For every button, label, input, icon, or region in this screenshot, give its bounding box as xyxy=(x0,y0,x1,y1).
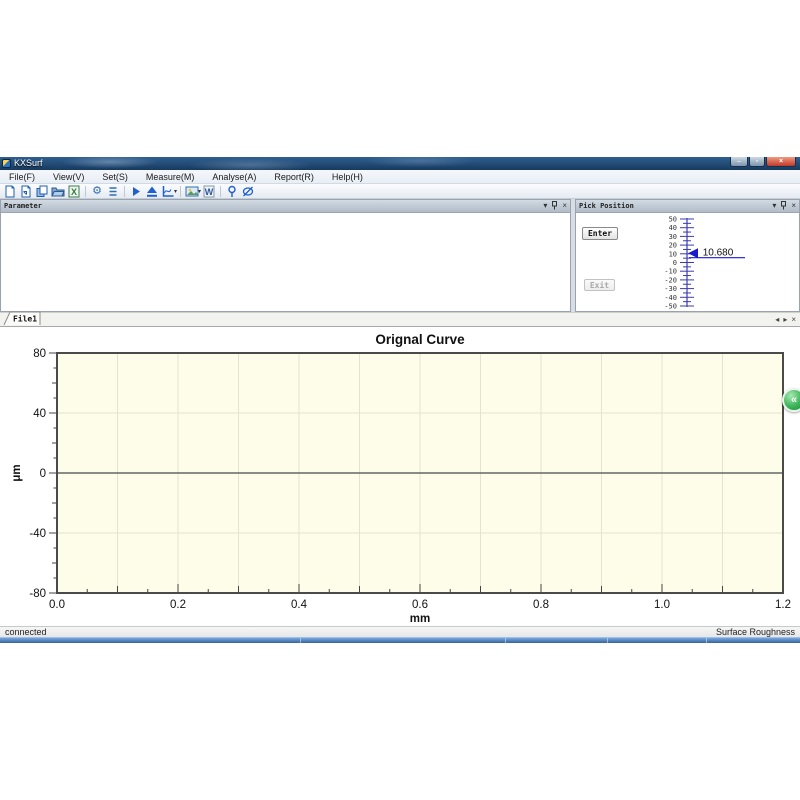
svg-text:0.4: 0.4 xyxy=(291,599,308,611)
svg-text:0.8: 0.8 xyxy=(533,599,549,611)
dock-panels: Parameter ▾ × Pick Position ▾ × Enter xyxy=(0,199,800,312)
tab-scroll-right-icon[interactable]: ▸ xyxy=(783,314,787,326)
svg-text:-30: -30 xyxy=(664,285,677,293)
svg-text:0.0: 0.0 xyxy=(49,599,65,611)
svg-text:-80: -80 xyxy=(29,588,46,600)
svg-text:1.0: 1.0 xyxy=(654,599,670,611)
tab-scroll-left-icon[interactable]: ◂ xyxy=(775,314,779,326)
start-measure-icon[interactable] xyxy=(128,184,144,198)
svg-text:-40: -40 xyxy=(664,294,677,302)
svg-text:1.2: 1.2 xyxy=(775,599,791,611)
panel-close-icon[interactable]: × xyxy=(791,202,796,210)
svg-text:Orignal Curve: Orignal Curve xyxy=(375,332,465,347)
maximize-button[interactable]: ▫ xyxy=(749,157,765,167)
open-folder-icon[interactable] xyxy=(50,184,66,198)
menu-reportr[interactable]: Report(R) xyxy=(265,170,323,184)
open-file-icon[interactable] xyxy=(18,184,34,198)
svg-text:80: 80 xyxy=(33,348,46,360)
svg-text:-10: -10 xyxy=(664,268,677,276)
menu-filef[interactable]: File(F) xyxy=(0,170,44,184)
connection-status: connected xyxy=(5,627,47,638)
menu-viewv[interactable]: View(V) xyxy=(44,170,93,184)
svg-text:0: 0 xyxy=(40,468,46,480)
kxsurf-window: KXSurf – ▫ × File(F)View(V)Set(S)Measure… xyxy=(0,157,800,643)
new-file-icon[interactable] xyxy=(2,184,18,198)
curve-select-icon-dropdown[interactable]: ▾ xyxy=(174,188,177,195)
lift-eject-icon[interactable] xyxy=(144,184,160,198)
svg-text:0: 0 xyxy=(673,259,677,267)
tab-close-icon[interactable]: × xyxy=(791,314,796,326)
status-bar: connected Surface Roughness xyxy=(0,626,800,637)
svg-text:20: 20 xyxy=(669,242,677,250)
svg-text:0.6: 0.6 xyxy=(412,599,428,611)
toolbar-separator xyxy=(180,186,181,197)
settings-gear-icon[interactable]: ⚙ xyxy=(89,184,105,198)
mode-status: Surface Roughness xyxy=(716,627,795,638)
panel-pin-icon[interactable] xyxy=(551,201,558,212)
menu-measurem[interactable]: Measure(M) xyxy=(137,170,204,184)
toolbar-separator xyxy=(85,186,86,197)
position-ruler: 50403020100-10-20-30-40-50 10.680 xyxy=(576,213,800,312)
document-tab-bar: File1 ◂ ▸ × xyxy=(0,312,800,327)
panel-dropdown-icon[interactable]: ▾ xyxy=(543,202,547,210)
clear-icon[interactable] xyxy=(240,184,256,198)
svg-text:X: X xyxy=(71,187,77,197)
menu-helph[interactable]: Help(H) xyxy=(323,170,372,184)
parameter-list-icon[interactable] xyxy=(105,184,121,198)
window-title: KXSurf xyxy=(14,157,43,170)
toolbar-separator xyxy=(124,186,125,197)
svg-text:File1: File1 xyxy=(13,314,37,324)
file-tab[interactable]: File1 xyxy=(0,311,120,326)
parameter-panel-body xyxy=(1,213,570,311)
windows-taskbar[interactable] xyxy=(0,637,800,643)
pick-position-panel-body: Enter Exit 50403020100-10-20-30-40-5010.… xyxy=(576,213,799,311)
svg-text:40: 40 xyxy=(669,224,677,232)
excel-export-icon[interactable]: X xyxy=(66,184,82,198)
toolbar-separator xyxy=(220,186,221,197)
original-curve-chart: Orignal Curve 0.0 0.2 0.4 0.6 0.8 1.0 1.2 80 40 0 -… xyxy=(0,327,800,626)
toolbar: X⚙▾▾W xyxy=(0,184,800,199)
save-copy-icon[interactable] xyxy=(34,184,50,198)
parameter-panel-header[interactable]: Parameter ▾ × xyxy=(1,200,570,213)
svg-text:10: 10 xyxy=(669,250,677,258)
close-button[interactable]: × xyxy=(766,157,796,167)
pick-position-panel-header[interactable]: Pick Position ▾ × xyxy=(576,200,799,213)
menu-analysea[interactable]: Analyse(A) xyxy=(203,170,265,184)
svg-text:W: W xyxy=(205,187,214,197)
pick-position-panel: Pick Position ▾ × Enter Exit 50403020100… xyxy=(575,199,800,312)
svg-text:-20: -20 xyxy=(664,276,677,284)
minimize-button[interactable]: – xyxy=(730,157,748,167)
svg-text:30: 30 xyxy=(669,233,677,241)
panel-expand-handle[interactable]: « xyxy=(782,388,800,412)
svg-text:10.680: 10.680 xyxy=(703,248,734,259)
svg-text:-40: -40 xyxy=(29,528,46,540)
window-controls: – ▫ × xyxy=(730,157,796,167)
title-bar[interactable]: KXSurf – ▫ × xyxy=(0,157,800,170)
svg-text:40: 40 xyxy=(33,408,46,420)
word-report-icon[interactable]: W xyxy=(201,184,217,198)
probe-position-icon[interactable] xyxy=(224,184,240,198)
svg-text:mm: mm xyxy=(410,613,430,625)
menu-sets[interactable]: Set(S) xyxy=(93,170,137,184)
chart-area: Orignal Curve 0.0 0.2 0.4 0.6 0.8 1.0 1.2 80 40 0 -… xyxy=(0,327,800,626)
menu-bar: File(F)View(V)Set(S)Measure(M)Analyse(A)… xyxy=(0,170,800,184)
parameter-panel: Parameter ▾ × xyxy=(0,199,571,312)
parameter-panel-title: Parameter xyxy=(1,202,42,210)
svg-text:50: 50 xyxy=(669,216,677,224)
pick-position-panel-title: Pick Position xyxy=(576,202,634,210)
app-icon xyxy=(2,159,11,168)
panel-dropdown-icon[interactable]: ▾ xyxy=(772,202,776,210)
panel-pin-icon[interactable] xyxy=(780,201,787,212)
svg-text:0.2: 0.2 xyxy=(170,599,186,611)
svg-text:μm: μm xyxy=(11,464,23,481)
panel-close-icon[interactable]: × xyxy=(562,202,567,210)
svg-text:-50: -50 xyxy=(664,303,677,311)
